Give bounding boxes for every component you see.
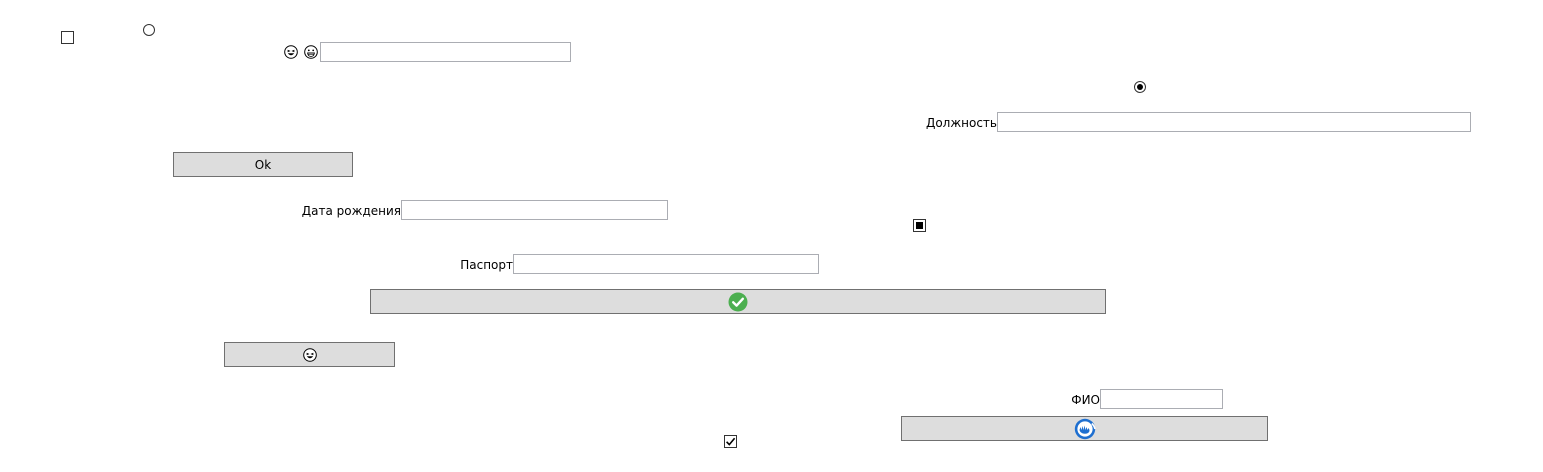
position-field[interactable] <box>997 112 1471 132</box>
radio-right[interactable] <box>1134 81 1146 93</box>
radio-top[interactable] <box>143 24 155 36</box>
position-label: Должность <box>925 116 997 130</box>
ok-button-label: Ok <box>254 157 272 172</box>
passport-field[interactable] <box>513 254 819 274</box>
grinning-face-icon <box>304 45 318 59</box>
emoji-button[interactable] <box>224 342 395 367</box>
confirm-button[interactable] <box>370 289 1106 314</box>
checkbox-bottom[interactable] <box>724 435 737 448</box>
top-text-field[interactable] <box>320 42 571 62</box>
fio-label: ФИО <box>1071 393 1100 407</box>
ok-button[interactable]: Ok <box>173 152 353 177</box>
laughing-face-icon <box>302 347 317 362</box>
blue-circle-logo-icon <box>1074 418 1096 439</box>
checkbox-top-left[interactable] <box>61 31 74 44</box>
passport-label: Паспорт <box>460 258 513 272</box>
blue-logo-button[interactable] <box>901 416 1268 441</box>
green-checkmark-icon <box>728 292 748 311</box>
checkmark-icon <box>726 437 736 446</box>
laughing-face-icon <box>284 45 298 59</box>
checkbox-middle[interactable] <box>913 219 926 232</box>
fio-field[interactable] <box>1100 389 1223 409</box>
birthdate-field[interactable] <box>401 200 668 220</box>
birthdate-label: Дата рождения <box>301 204 401 218</box>
